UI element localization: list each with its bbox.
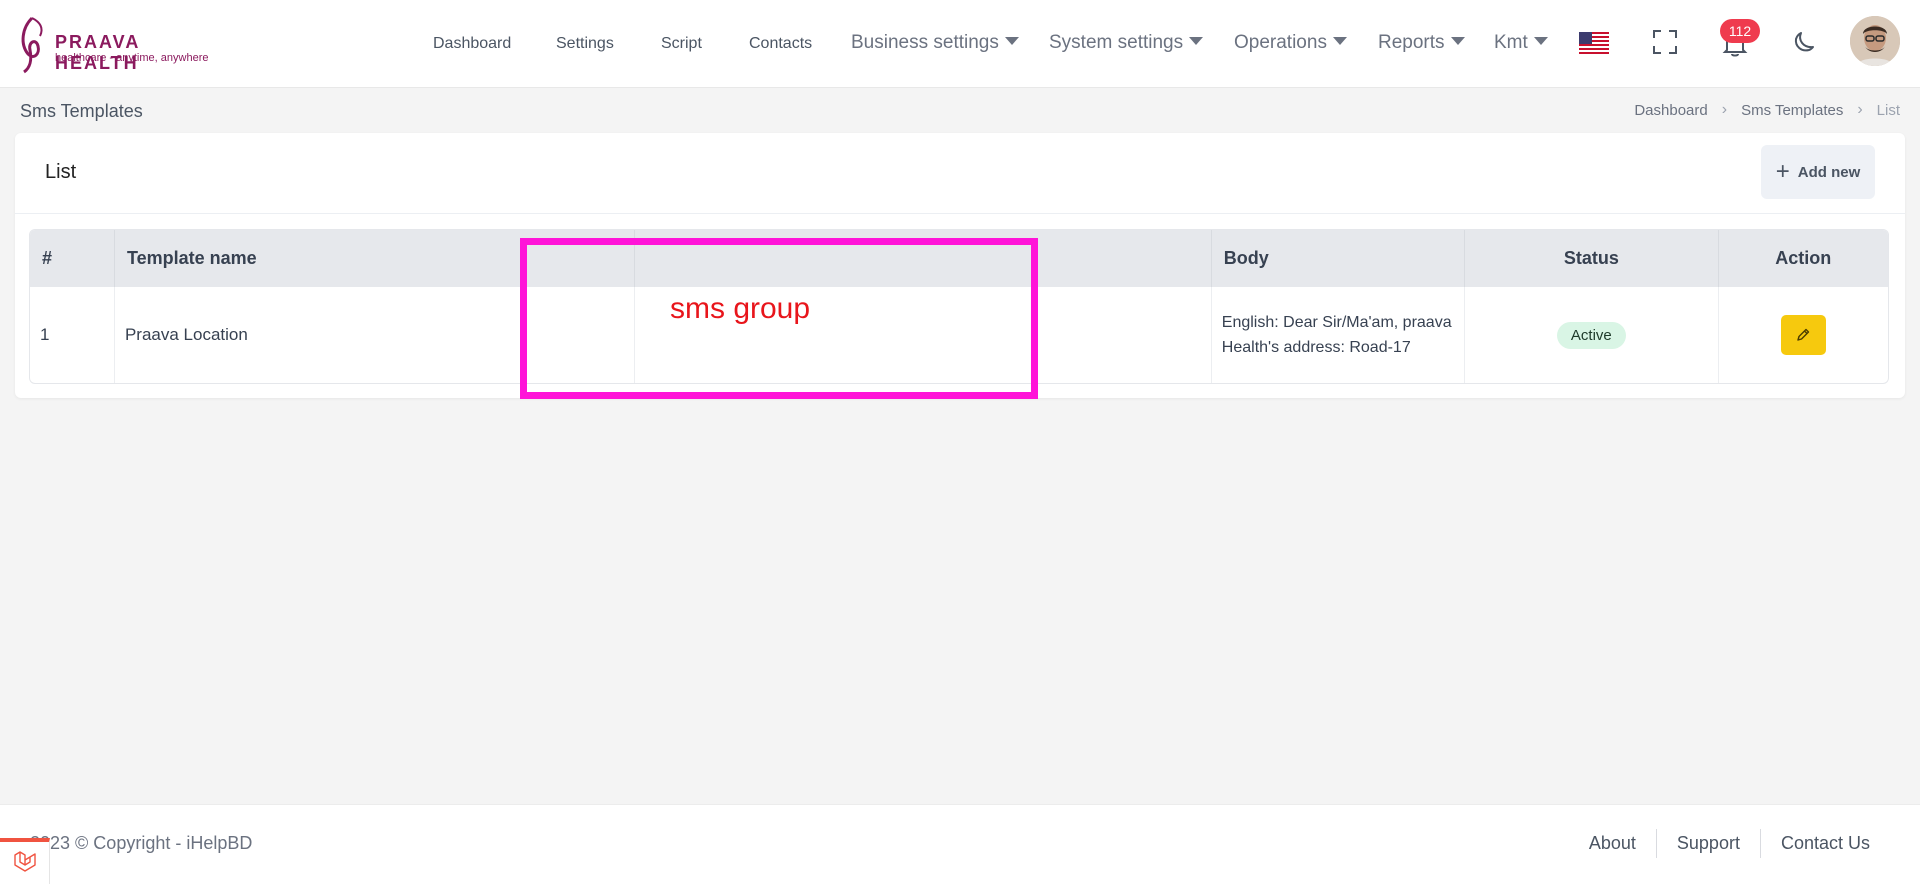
page-title: Sms Templates [20, 101, 143, 121]
notification-count-badge: 112 [1720, 19, 1760, 43]
moon-icon[interactable] [1791, 30, 1817, 56]
footer-links: About Support Contact Us [1569, 829, 1890, 858]
card-divider [15, 213, 1905, 214]
row-body: English: Dear Sir/Ma'am, praava Health's… [1211, 287, 1466, 383]
caret-down-icon [1189, 37, 1204, 45]
nav-user-menu-label: Kmt [1494, 32, 1528, 53]
breadcrumb: Dashboard › Sms Templates › List [1634, 101, 1900, 119]
edit-button[interactable] [1780, 315, 1826, 355]
chevron-right-icon: › [1721, 101, 1728, 118]
breadcrumb-dashboard[interactable]: Dashboard [1634, 102, 1707, 119]
nav-settings[interactable]: Settings [556, 35, 614, 53]
nav-reports-label: Reports [1378, 32, 1445, 53]
row-status-cell: Active [1464, 287, 1719, 383]
nav-dashboard[interactable]: Dashboard [433, 35, 511, 53]
caret-down-icon [1533, 37, 1548, 45]
col-header-status: Status [1464, 230, 1719, 287]
caret-down-icon [1004, 37, 1019, 45]
brand-tagline: healthcare - anytime, anywhere [55, 52, 209, 64]
nav-operations[interactable]: Operations [1234, 32, 1347, 54]
us-flag-icon[interactable] [1579, 32, 1609, 54]
laravel-icon [13, 851, 36, 872]
row-action-cell [1718, 287, 1888, 383]
footer: 2023 © Copyright - iHelpBD About Support… [0, 804, 1920, 884]
nav-script[interactable]: Script [661, 35, 702, 53]
caret-down-icon [1332, 37, 1347, 45]
pencil-icon [1797, 328, 1810, 341]
fullscreen-icon[interactable] [1652, 29, 1678, 55]
nav-system-settings[interactable]: System settings [1049, 32, 1204, 54]
caret-down-icon [1450, 37, 1465, 45]
nav-business-settings[interactable]: Business settings [851, 32, 1019, 54]
brand-logo[interactable]: PRAAVA HEALTH healthcare - anytime, anyw… [18, 14, 218, 74]
nav-user-menu[interactable]: Kmt [1494, 32, 1548, 54]
add-new-button[interactable]: + Add new [1761, 145, 1875, 199]
breadcrumb-sms-templates[interactable]: Sms Templates [1741, 102, 1843, 119]
status-badge: Active [1556, 321, 1626, 349]
nav-business-settings-label: Business settings [851, 32, 999, 53]
col-header-body: Body [1211, 230, 1466, 287]
footer-link-contact[interactable]: Contact Us [1759, 829, 1890, 858]
plus-icon: + [1775, 158, 1790, 185]
nav-system-settings-label: System settings [1049, 32, 1184, 53]
row-index: 1 [30, 287, 115, 383]
avatar-image [1850, 16, 1900, 66]
annotation-label: sms group [670, 292, 811, 325]
nav-operations-label: Operations [1234, 32, 1327, 53]
col-header-index: # [30, 230, 115, 287]
copyright-text: 2023 © Copyright - iHelpBD [30, 833, 253, 853]
col-header-action: Action [1718, 230, 1888, 287]
nav-reports[interactable]: Reports [1378, 32, 1465, 54]
debugbar-toggle[interactable] [0, 838, 50, 884]
add-new-label: Add new [1797, 163, 1861, 181]
user-avatar[interactable] [1850, 16, 1900, 66]
footer-link-about[interactable]: About [1569, 829, 1656, 858]
card-title: List [45, 161, 77, 183]
praava-logo-icon [21, 16, 43, 74]
breadcrumb-list: List [1876, 101, 1900, 119]
chevron-right-icon: › [1857, 101, 1863, 118]
top-navbar: PRAAVA HEALTH healthcare - anytime, anyw… [0, 0, 1920, 88]
footer-link-support[interactable]: Support [1655, 829, 1760, 858]
nav-contacts[interactable]: Contacts [749, 35, 812, 53]
